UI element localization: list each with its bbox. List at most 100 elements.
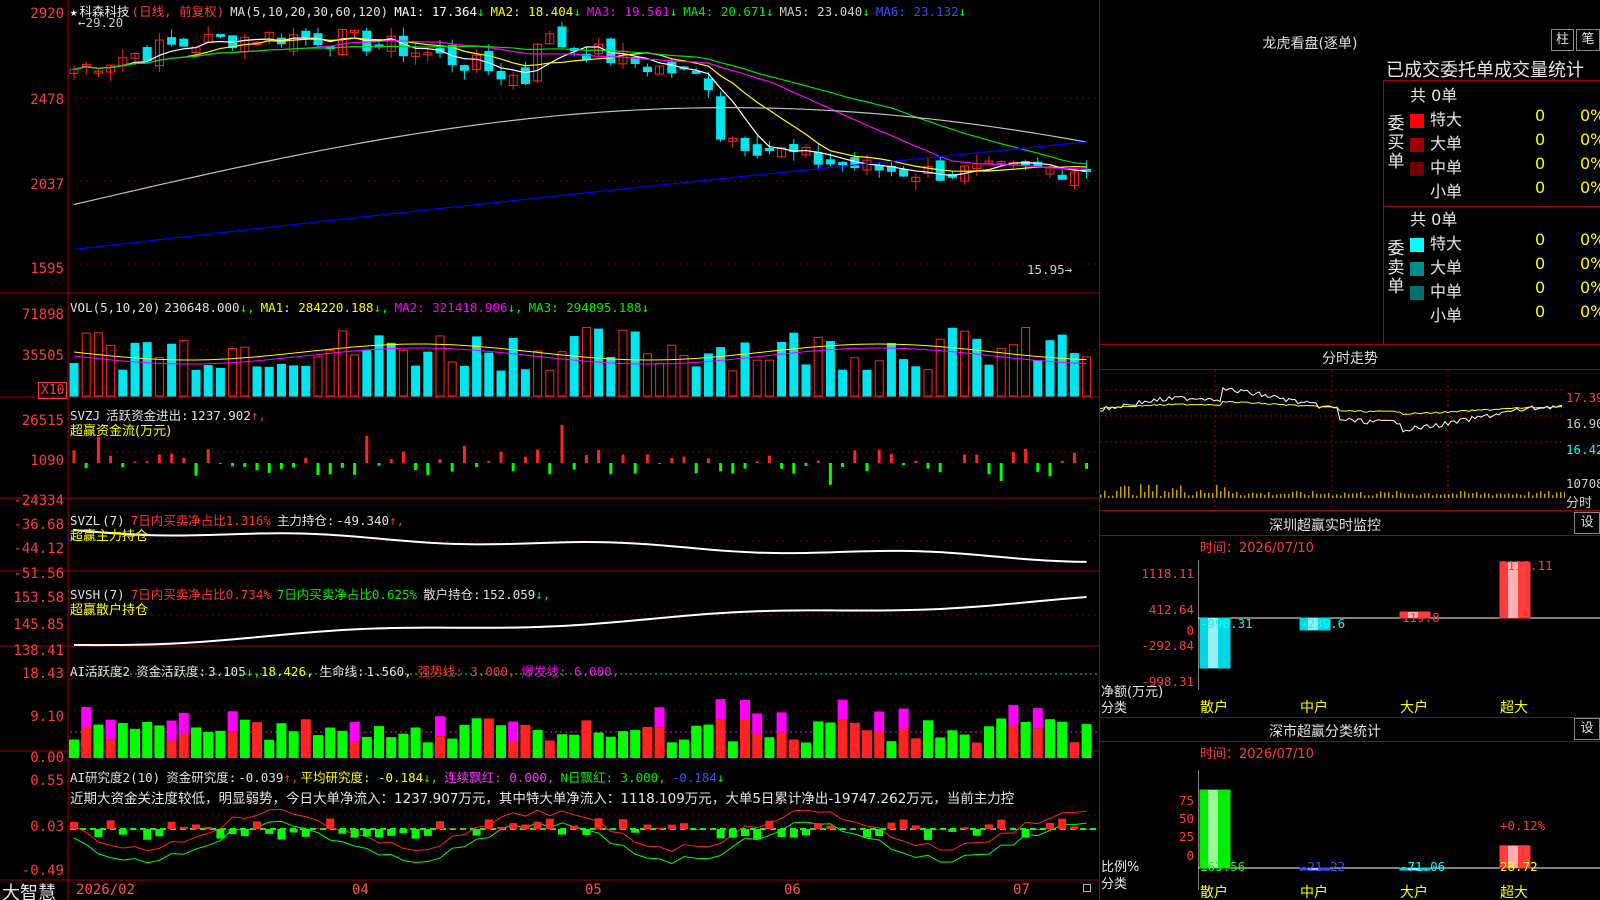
volume-bar	[716, 347, 726, 397]
research-bar	[558, 829, 566, 835]
intraday-volume-bar	[1176, 489, 1178, 498]
flow-bar	[914, 460, 918, 463]
ma-line	[73, 39, 1087, 170]
ai2-strong: 强势线: 3.000,	[417, 664, 516, 679]
research-bar	[802, 829, 810, 836]
activity-bar	[1032, 728, 1043, 758]
flow-bar	[560, 424, 564, 463]
intraday-volume-bar	[1496, 493, 1498, 498]
research-bar	[350, 829, 359, 838]
flow-bar	[877, 449, 881, 463]
intraday-volume-bar	[1456, 494, 1458, 498]
intraday-volume-bar	[1368, 495, 1370, 498]
flow-bar	[658, 463, 662, 464]
kline-y-tick: 2037	[30, 177, 64, 193]
research-bar	[582, 829, 591, 836]
flow-bar	[316, 463, 320, 476]
flow-bar	[767, 455, 771, 463]
intraday-volume-bar	[1120, 486, 1122, 498]
intraday-volume-bar	[1468, 493, 1470, 498]
volume-bar	[923, 369, 933, 397]
research-bar	[1046, 822, 1054, 829]
favorite-star-icon[interactable]: ★	[70, 4, 78, 19]
activity-bar	[874, 711, 885, 732]
intraday-volume-bar	[1236, 492, 1238, 498]
intraday-volume-bar	[1352, 493, 1354, 498]
main-chart-canvas[interactable]	[0, 0, 1100, 900]
activity-bar	[886, 741, 897, 758]
research-bar	[387, 829, 396, 836]
activity-bar	[898, 728, 909, 758]
activity-bar	[215, 730, 226, 758]
flow-bar	[1024, 448, 1028, 463]
intraday-volume-bar	[1124, 485, 1126, 498]
intraday-volume-bar	[1448, 494, 1450, 498]
intraday-volume-bar	[1556, 492, 1558, 498]
intraday-volume-bar	[1488, 493, 1490, 498]
research-bar	[545, 818, 554, 829]
class-y-tick: 50	[1178, 811, 1194, 826]
activity-bar	[752, 733, 763, 758]
activity-bar	[996, 718, 1007, 758]
activity-bar	[1008, 724, 1019, 758]
intraday-volume-bar	[1272, 495, 1274, 498]
intraday-chart[interactable]	[1100, 370, 1565, 510]
intraday-volume-bar	[1540, 491, 1542, 498]
tick-view-button[interactable]: 笔	[1576, 29, 1600, 51]
flow-bar	[731, 463, 735, 474]
intraday-volume-bar	[1560, 492, 1562, 498]
sell-row-s: 小单00%	[1430, 302, 1600, 325]
flow-bar	[523, 456, 527, 463]
intraday-volume-bar	[1252, 492, 1254, 498]
activity-bar	[862, 730, 872, 758]
research-bar	[692, 829, 701, 830]
research-bar	[179, 826, 188, 829]
flow-bar	[255, 463, 259, 471]
intraday-volume-bar	[1304, 494, 1306, 498]
vol-ma2: MA2: 321418.906↓,	[394, 300, 523, 315]
flow-bar	[804, 463, 808, 466]
activity-bar	[178, 712, 189, 733]
research-bar	[216, 829, 225, 839]
flow-bar	[999, 463, 1003, 481]
svsh-label3: 散户持仓:	[423, 587, 481, 602]
flow-bar	[645, 454, 649, 463]
volume-bar	[679, 354, 689, 397]
intraday-volume-bar	[1308, 495, 1310, 498]
intraday-volume-bar	[1436, 494, 1438, 498]
flow-bar	[682, 456, 686, 463]
volume-bar	[838, 369, 848, 397]
kline-mode[interactable]: (日线, 前复权)	[132, 4, 225, 19]
activity-bar	[252, 722, 262, 758]
volume-bar	[69, 362, 79, 397]
activity-bar	[227, 711, 238, 732]
volume-bar	[789, 332, 799, 397]
intraday-volume-bar	[1296, 491, 1298, 498]
activity-bar	[971, 742, 982, 758]
candle-body	[825, 159, 835, 165]
sz-class-settings-button[interactable]: 设	[1574, 718, 1600, 740]
research-bar	[680, 823, 688, 829]
lock-icon[interactable]	[1083, 884, 1091, 892]
air-consec: 连续飘红: 0.000,	[444, 770, 555, 785]
intraday-volume-bar	[1144, 492, 1146, 498]
svsh-y-tick: 138.41	[13, 643, 64, 659]
mon1-value-label: 119.8	[1402, 610, 1440, 625]
month-label: 2026/02	[76, 882, 136, 898]
flow-bar	[865, 463, 869, 471]
research-bar	[924, 829, 932, 840]
research-bar	[753, 829, 762, 839]
sz-monitor-settings-button[interactable]: 设	[1574, 512, 1600, 534]
intraday-volume-bar	[1372, 495, 1374, 498]
flow-bar	[1072, 452, 1076, 463]
activity-bar	[618, 731, 628, 758]
bar-view-button[interactable]: 柱	[1551, 29, 1574, 51]
intraday-volume-bar	[1348, 494, 1350, 498]
intraday-tick: 16.90	[1566, 416, 1600, 431]
intraday-volume-bar	[1148, 484, 1150, 498]
intraday-title[interactable]: 分时走势	[1100, 348, 1600, 370]
intraday-volume-bar	[1208, 492, 1210, 498]
flow-bar	[267, 463, 271, 473]
vol-ma-line	[73, 343, 1087, 361]
mon1-value-label: -998.31	[1200, 616, 1253, 631]
